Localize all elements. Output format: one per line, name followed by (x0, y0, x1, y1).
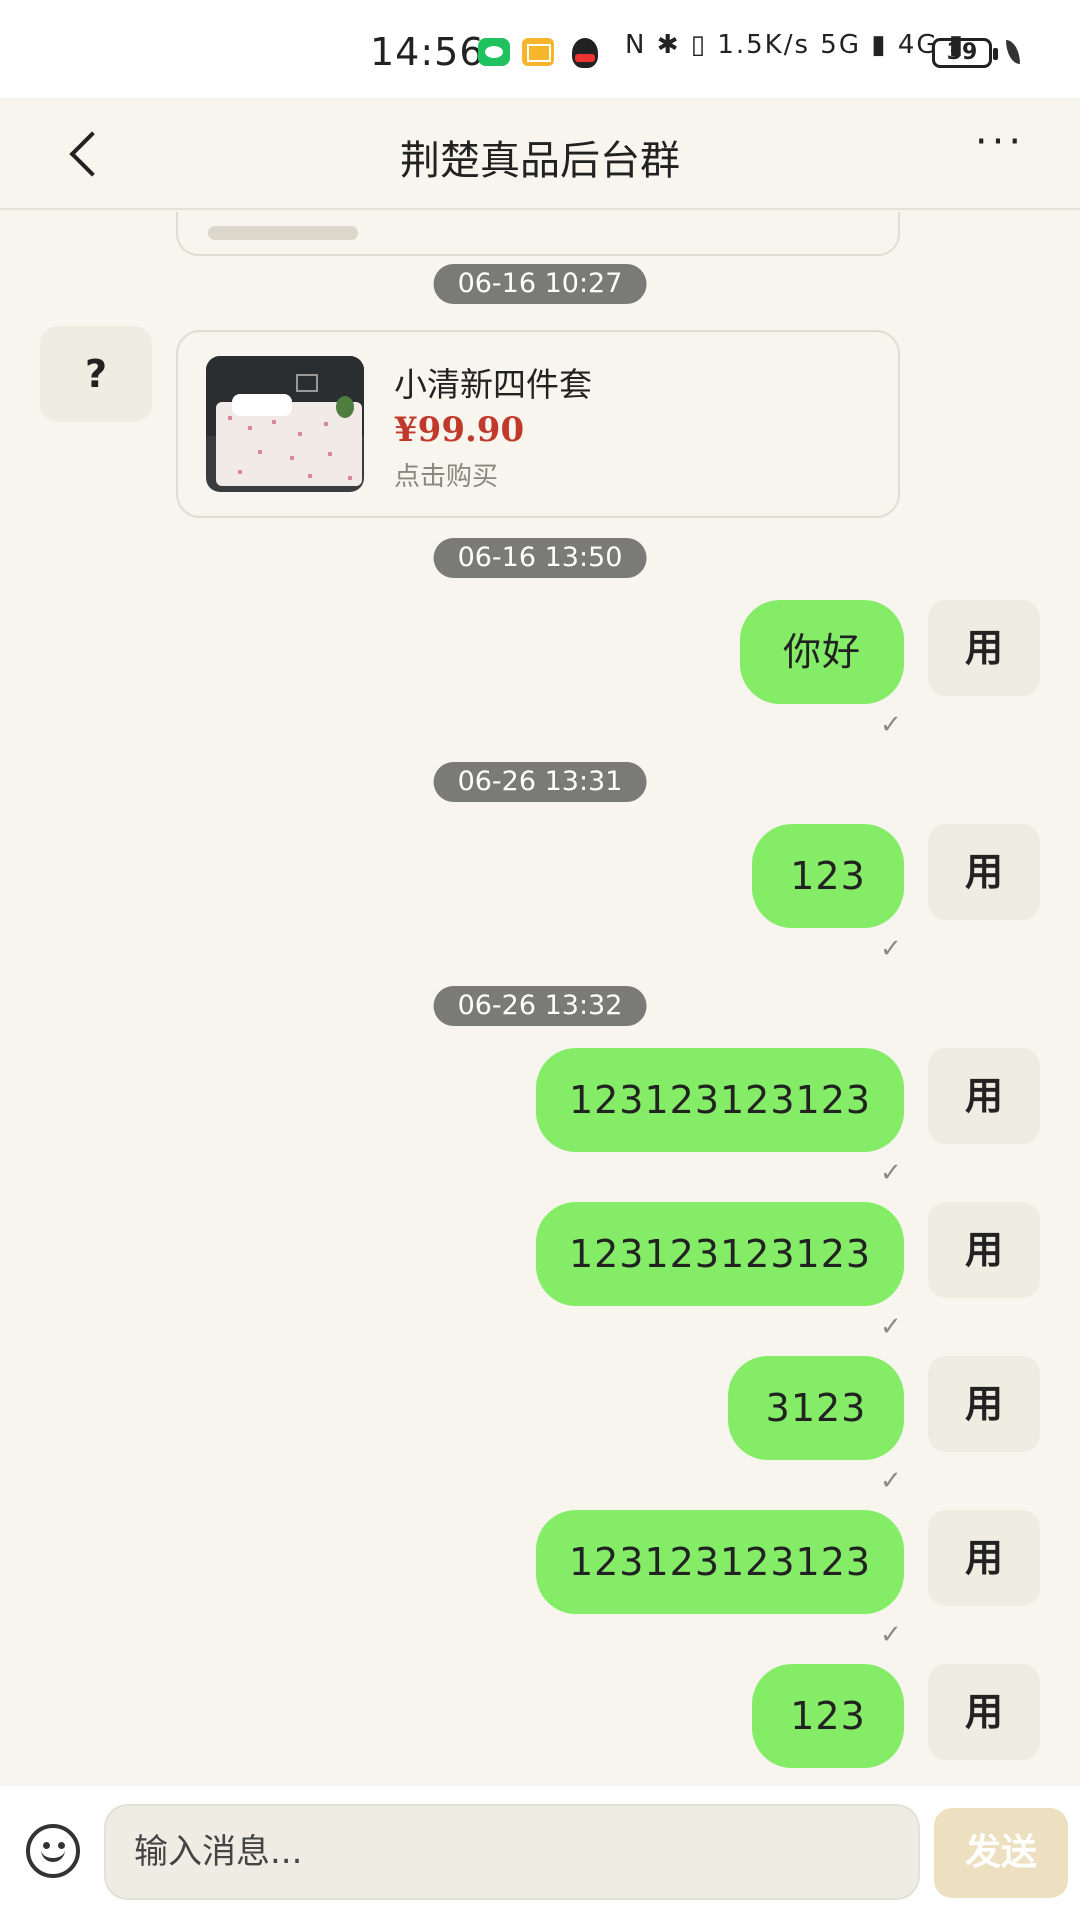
my-avatar[interactable]: 用 (928, 1202, 1040, 1298)
qq-notification-icon (572, 38, 598, 68)
message-bubble[interactable]: 123 (752, 824, 904, 928)
message-bubble[interactable]: 3123 (728, 1356, 904, 1460)
read-check-icon: ✓ (880, 1620, 902, 1650)
send-button[interactable]: 发送 (934, 1808, 1068, 1898)
previous-product-card[interactable] (176, 212, 900, 256)
read-check-icon: ✓ (880, 1312, 902, 1342)
message-bubble[interactable]: 123123123123 (536, 1202, 904, 1306)
my-avatar[interactable]: 用 (928, 600, 1040, 696)
product-name: 小清新四件套 (394, 365, 592, 404)
timestamp: 06-16 10:27 (433, 264, 647, 304)
message-input[interactable]: 输入消息... (104, 1804, 920, 1900)
system-status-icons: N ✱ ▯ 1.5K/s 5G ▮ 4G ▮ (625, 30, 966, 60)
status-bar: 14:56 N ✱ ▯ 1.5K/s 5G ▮ 4G ▮ 39 (0, 0, 1080, 98)
my-avatar[interactable]: 用 (928, 1510, 1040, 1606)
my-avatar[interactable]: 用 (928, 824, 1040, 920)
message-bubble[interactable]: 123123123123 (536, 1048, 904, 1152)
my-avatar[interactable]: 用 (928, 1664, 1040, 1760)
buy-link[interactable]: 点击购买 (394, 456, 498, 493)
chat-title: 荆楚真品后台群 (400, 138, 680, 184)
message-bubble[interactable]: 你好 (740, 600, 904, 704)
battery-icon: 39 (932, 38, 998, 68)
emoji-icon[interactable] (26, 1824, 80, 1878)
read-check-icon: ✓ (880, 934, 902, 964)
power-saving-icon (1006, 40, 1020, 64)
wechat-notification-icon (478, 38, 510, 66)
product-card[interactable]: 小清新四件套 ¥99.90 点击购买 (176, 330, 900, 518)
chat-header: 荆楚真品后台群 ··· (0, 98, 1080, 210)
my-avatar[interactable]: 用 (928, 1356, 1040, 1452)
read-check-icon: ✓ (880, 1466, 902, 1496)
more-options-icon[interactable]: ··· (964, 122, 1036, 182)
status-time: 14:56 (370, 30, 485, 74)
mail-notification-icon (522, 38, 554, 66)
timestamp: 06-26 13:32 (433, 986, 647, 1026)
read-check-icon: ✓ (880, 710, 902, 740)
message-bubble[interactable]: 123 (752, 1664, 904, 1768)
read-check-icon: ✓ (880, 1158, 902, 1188)
timestamp: 06-16 13:50 (433, 538, 647, 578)
product-price: ¥99.90 (394, 410, 525, 450)
input-bar: 输入消息... 发送 (0, 1786, 1080, 1920)
product-image (206, 356, 364, 492)
message-list[interactable]: 06-16 10:27 ? 小清新四件套 ¥99.90 点击购买 06-16 1… (0, 212, 1080, 1786)
timestamp: 06-26 13:31 (433, 762, 647, 802)
my-avatar[interactable]: 用 (928, 1048, 1040, 1144)
sender-avatar[interactable]: ? (40, 326, 152, 422)
message-bubble[interactable]: 123123123123 (536, 1510, 904, 1614)
